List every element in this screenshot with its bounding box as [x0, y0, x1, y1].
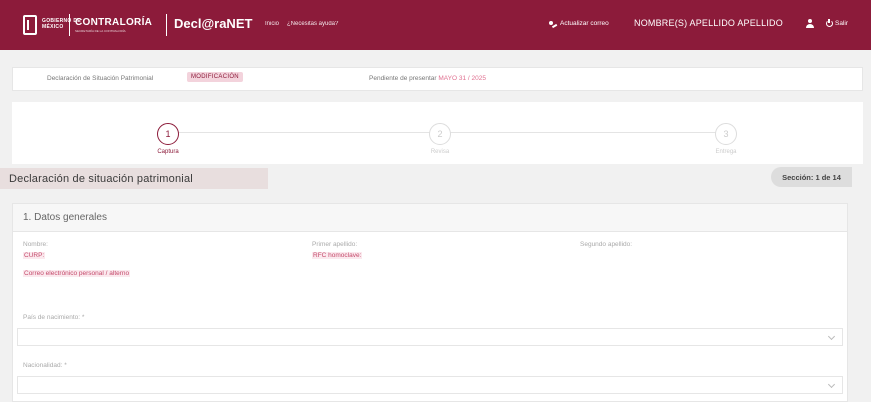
- step-3-circle[interactable]: 3: [715, 123, 737, 145]
- step-3-label: Entrega: [715, 149, 737, 155]
- declaration-type-badge: MODIFICACIÓN: [187, 72, 243, 82]
- power-icon: [826, 18, 833, 27]
- declaration-label: Declaración de Situación Patrimonial: [47, 75, 154, 82]
- step-2-circle[interactable]: 2: [429, 123, 451, 145]
- primer-apellido-label: Primer apellido:: [312, 241, 358, 248]
- curp-label: CURP:: [23, 252, 46, 259]
- org-logo: CONTRALORÍA: [75, 17, 153, 28]
- top-header: GOBIERNO DE MÉXICO CONTRALORÍA SECRETARÍ…: [0, 0, 871, 50]
- app-logo[interactable]: Decl@raNET: [174, 16, 252, 31]
- chevron-down-icon: [827, 332, 836, 341]
- card-title: 1. Datos generales: [23, 212, 107, 223]
- org-subtitle: SECRETARÍA DE LA CONTRALORÍA: [75, 29, 126, 33]
- rfc-label: RFC homoclave:: [312, 252, 363, 259]
- update-email-link[interactable]: Actualizar correo: [549, 20, 609, 27]
- nacionalidad-label: Nacionalidad: *: [23, 362, 67, 369]
- pending-info: Pendiente de presentar MAYO 31 / 2025: [369, 75, 486, 82]
- datos-generales-card: 1. Datos generales Nombre: Primer apelli…: [12, 203, 848, 402]
- segundo-apellido-label: Segundo apellido:: [580, 241, 633, 248]
- update-email-label: Actualizar correo: [560, 20, 609, 27]
- user-icon[interactable]: [806, 19, 814, 29]
- pending-label: Pendiente de presentar: [369, 75, 437, 82]
- government-crest-icon: [23, 15, 37, 35]
- pending-date: MAYO 31 / 2025: [438, 75, 486, 82]
- header-divider: [69, 14, 70, 36]
- section-counter: Sección: 1 de 14: [771, 167, 852, 187]
- nav-ayuda[interactable]: ¿Necesitas ayuda?: [287, 21, 338, 27]
- logout-label: Salir: [835, 20, 849, 27]
- section-title: Declaración de situación patrimonial: [9, 173, 193, 185]
- step-2-label: Revisa: [430, 149, 450, 155]
- progress-stepper: 1 Captura 2 Revisa 3 Entrega: [12, 102, 863, 164]
- pais-nacimiento-label: País de nacimiento: *: [23, 314, 85, 321]
- card-header: 1. Datos generales: [13, 204, 847, 232]
- pais-nacimiento-select[interactable]: [17, 328, 843, 346]
- step-1-circle[interactable]: 1: [157, 123, 179, 145]
- correo-label: Correo electrónico personal / alterno: [23, 270, 131, 277]
- declaration-info-bar: Declaración de Situación Patrimonial MOD…: [12, 67, 863, 91]
- chevron-down-icon: [827, 380, 836, 389]
- step-1-label: Captura: [157, 149, 179, 155]
- nombre-label: Nombre:: [23, 241, 48, 248]
- user-name: NOMBRE(S) APELLIDO APELLIDO: [634, 18, 783, 28]
- user-key-icon: [549, 20, 557, 27]
- nacionalidad-select[interactable]: [17, 376, 843, 394]
- logout-button[interactable]: Salir: [826, 18, 849, 27]
- header-divider: [166, 14, 167, 36]
- nav-inicio[interactable]: Inicio: [265, 21, 279, 27]
